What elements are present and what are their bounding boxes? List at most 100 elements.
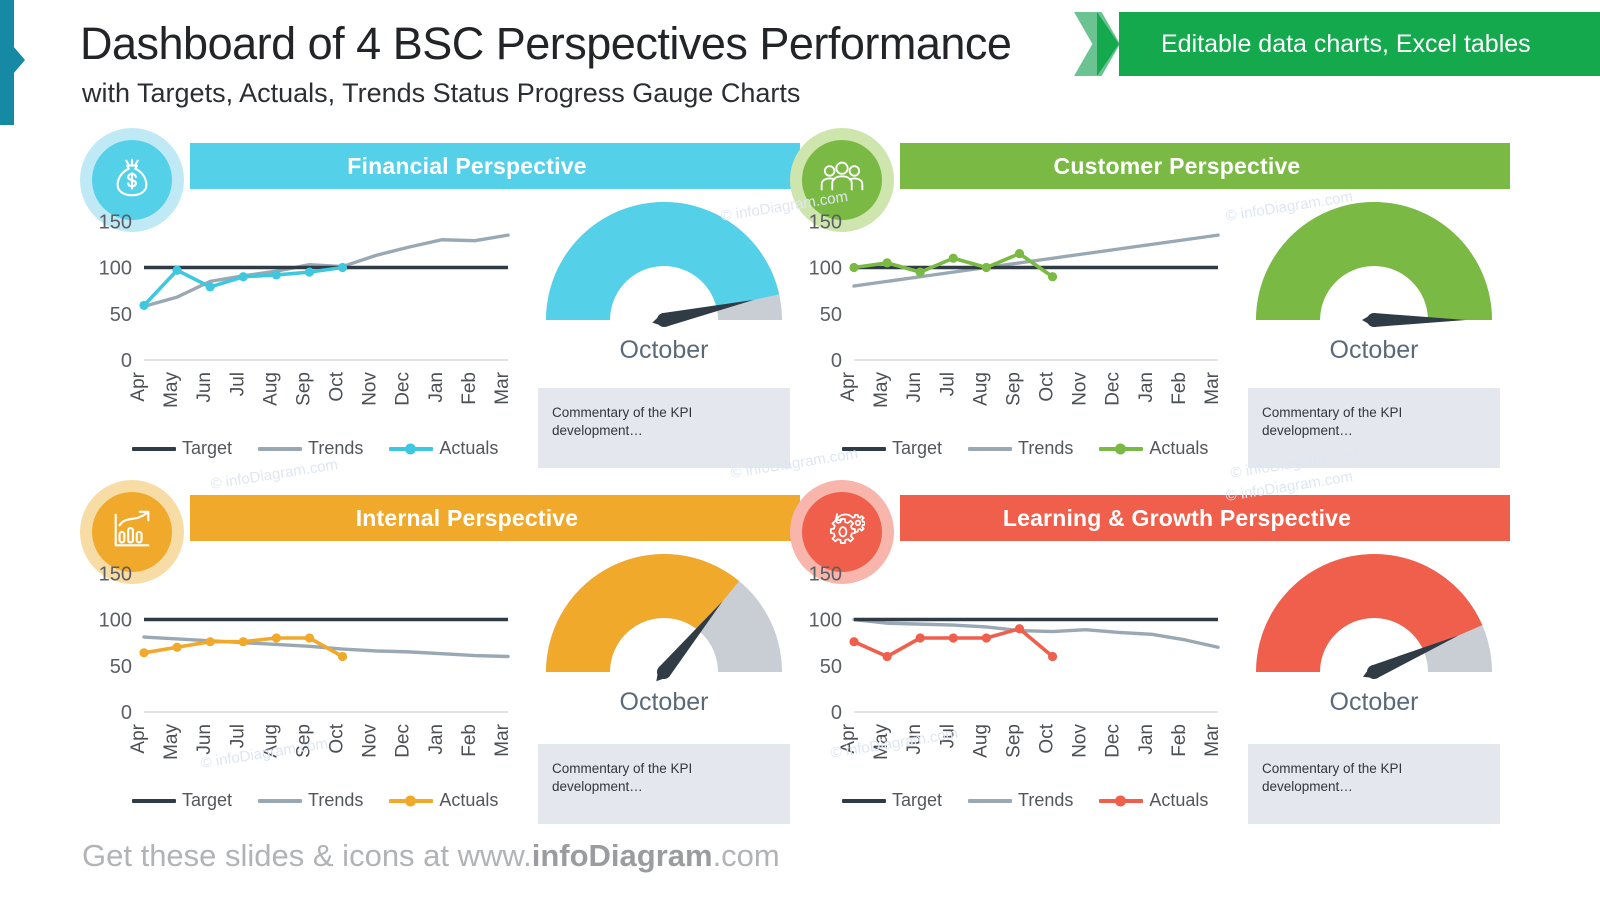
x-axis-tick: Apr	[128, 723, 149, 753]
x-axis-tick: Jan	[426, 724, 447, 755]
actuals-point	[1047, 651, 1058, 662]
perspective-panel-financial: Financial Perspective 0 50 100 150 Apr May Jun…	[80, 128, 800, 485]
svg-text:0: 0	[831, 702, 842, 724]
legend-item-actuals: Actuals	[389, 438, 498, 459]
commentary-box-internal[interactable]: Commentary of the KPI development…	[538, 744, 790, 824]
x-axis-tick: Feb	[459, 372, 480, 405]
svg-text:150: 150	[809, 211, 842, 233]
editable-charts-ribbon: Editable data charts, Excel tables	[1074, 12, 1600, 76]
x-axis-tick: Jun	[904, 372, 925, 403]
actuals-point	[948, 633, 958, 643]
gauge-month-label-learning: October	[1329, 688, 1419, 716]
svg-text:0: 0	[121, 350, 132, 372]
gauge-area-internal: October Commentary of the KPI developmen…	[528, 544, 800, 834]
x-axis-tick: Mar	[1202, 371, 1223, 404]
actuals-point	[849, 637, 859, 647]
gauge-area-customer: October Commentary of the KPI developmen…	[1238, 192, 1510, 482]
x-axis-tick: Aug	[260, 372, 281, 406]
progress-gauge	[1256, 202, 1492, 327]
actuals-point	[205, 282, 215, 292]
panel-body-customer: 0 50 100 150 Apr May Jun Jul Aug Sep Oct Nov Dec Jan F…	[790, 192, 1510, 482]
legend-item-trends: Trends	[968, 790, 1073, 811]
panel-title-customer: Customer Perspective	[1053, 152, 1301, 179]
x-axis-tick: Jun	[904, 724, 925, 755]
legend-item-target: Target	[132, 438, 232, 459]
legend-item-target: Target	[842, 438, 942, 459]
chart-legend: Target Trends Actuals	[132, 438, 520, 459]
commentary-box-learning[interactable]: Commentary of the KPI development…	[1248, 744, 1500, 824]
svg-text:100: 100	[809, 258, 842, 280]
x-axis-tick: Jan	[426, 372, 447, 403]
x-axis-tick: Aug	[970, 724, 991, 758]
progress-gauge	[546, 202, 782, 327]
x-axis-tick: Aug	[260, 724, 281, 758]
svg-text:50: 50	[110, 304, 132, 326]
actuals-point	[205, 637, 215, 647]
trends-line	[852, 233, 1220, 288]
chart-legend: Target Trends Actuals	[842, 790, 1230, 811]
panel-title-bar-internal: Internal Perspective	[190, 495, 800, 541]
x-axis-tick: Oct	[327, 371, 348, 401]
actuals-point	[882, 651, 892, 662]
panel-title-bar-financial: Financial Perspective	[190, 143, 800, 189]
x-axis-tick: Dec	[1103, 724, 1124, 758]
chart-legend: Target Trends Actuals	[842, 438, 1230, 459]
x-axis-tick: Feb	[1169, 724, 1190, 757]
legend-item-actuals: Actuals	[389, 790, 498, 811]
x-axis-tick: Nov	[1070, 372, 1091, 406]
kpi-line-chart: 0 50 100 150 Apr May Jun Jul Aug Sep Oct Nov Dec Jan F…	[99, 563, 513, 760]
x-axis-tick: Apr	[838, 723, 859, 753]
legend-swatch-trends	[258, 446, 303, 451]
x-axis-tick: May	[161, 724, 182, 760]
actuals-point	[271, 633, 281, 643]
x-axis-tick: Dec	[1103, 372, 1124, 406]
x-axis-tick: Sep	[293, 724, 314, 758]
panel-header-customer: Customer Perspective	[790, 128, 1510, 232]
progress-gauge	[546, 554, 782, 682]
legend-swatch-target	[132, 798, 176, 803]
panel-title-financial: Financial Perspective	[347, 152, 587, 179]
left-accent-bar	[0, 0, 14, 125]
panel-body-learning: 0 50 100 150 Apr May Jun Jul Aug Sep Oct Nov Dec Jan F…	[790, 544, 1510, 834]
legend-swatch-actuals	[1099, 795, 1144, 806]
gauge-hub	[657, 665, 671, 679]
perspective-panel-internal: Internal Perspective 0 50 100 150 Apr May Jun J…	[80, 480, 800, 842]
panel-body-internal: 0 50 100 150 Apr May Jun Jul Aug Sep Oct Nov Dec Jan F…	[80, 544, 800, 834]
legend-label-trends: Trends	[308, 438, 364, 458]
commentary-box-financial[interactable]: Commentary of the KPI development…	[538, 388, 790, 468]
actuals-point	[1014, 624, 1025, 634]
footer-brand: infoDiagram	[531, 838, 713, 873]
page-subtitle: with Targets, Actuals, Trends Status Pro…	[82, 78, 801, 108]
x-axis-tick: Sep	[1003, 724, 1024, 758]
svg-text:100: 100	[99, 258, 132, 280]
actuals-point	[304, 633, 315, 643]
actuals-point	[882, 258, 892, 268]
legend-label-trends: Trends	[1018, 790, 1074, 810]
x-axis-tick: Jan	[1136, 372, 1157, 403]
x-axis-tick: Dec	[393, 372, 414, 406]
x-axis-tick: Jul	[227, 724, 248, 748]
legend-label-target: Target	[892, 438, 943, 458]
legend-item-trends: Trends	[258, 790, 363, 811]
x-axis-tick: Jun	[194, 724, 215, 755]
x-axis-tick: Sep	[293, 372, 314, 406]
legend-marker-dot	[1115, 443, 1127, 454]
panel-title-internal: Internal Perspective	[355, 504, 579, 531]
legend-swatch-trends	[968, 798, 1013, 803]
actuals-point	[337, 651, 348, 662]
actuals-point	[172, 265, 182, 275]
chart-area-internal: 0 50 100 150 Apr May Jun Jul Aug Sep Oct Nov Dec Jan F…	[80, 552, 520, 832]
legend-item-target: Target	[132, 790, 232, 811]
actuals-point	[238, 637, 248, 647]
legend-swatch-trends	[968, 446, 1013, 451]
svg-text:100: 100	[99, 610, 132, 632]
svg-text:50: 50	[110, 656, 132, 678]
gauge-hub	[1367, 665, 1381, 679]
gauge-fill	[546, 554, 740, 672]
gauge-fill	[1256, 202, 1492, 320]
actuals-point	[1047, 272, 1058, 282]
legend-swatch-target	[132, 446, 176, 451]
legend-item-actuals: Actuals	[1099, 438, 1208, 459]
x-axis-tick: Oct	[1037, 371, 1058, 401]
commentary-box-customer[interactable]: Commentary of the KPI development…	[1248, 388, 1500, 468]
